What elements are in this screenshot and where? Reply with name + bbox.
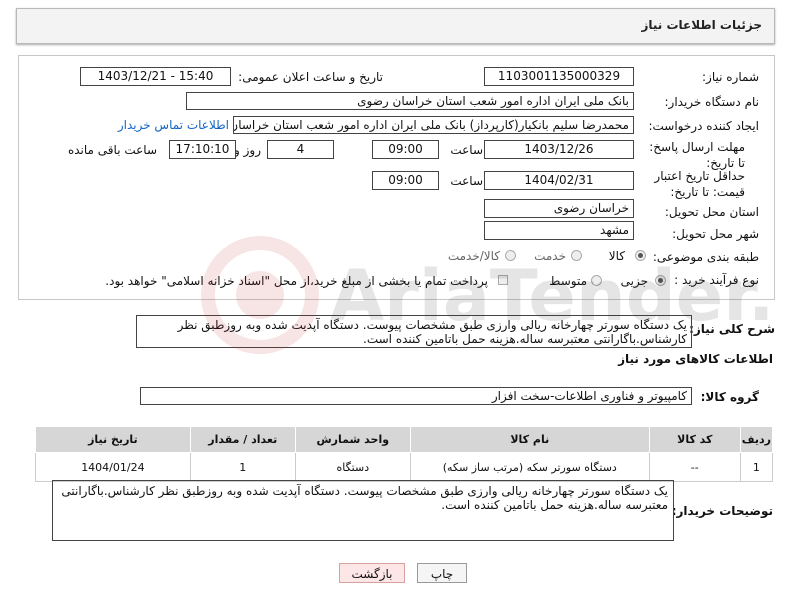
col-quantity: تعداد / مقدار (189, 426, 296, 453)
validity-time-field[interactable]: 09:00 (372, 171, 439, 190)
col-unit: واحد شمارش (294, 426, 411, 453)
days-field[interactable]: 4 (267, 140, 334, 159)
need-number-field[interactable]: 1103001135000329 (484, 67, 634, 86)
category-label: طبقه بندی موضوعی: (652, 250, 759, 264)
table-row[interactable]: 1 -- دستگاه سورتر سکه (مرتب ساز سکه) دست… (35, 452, 774, 482)
category-goods-label: کالا (608, 249, 625, 263)
category-both-label: کالا/خدمت (447, 249, 500, 263)
process-minor-radio[interactable] (655, 275, 666, 286)
announce-label: تاریخ و ساعت اعلان عمومی: (238, 70, 383, 84)
cell-code: -- (648, 452, 741, 482)
buyer-notes-label: توضیحات خریدار: (671, 504, 773, 518)
items-table: ردیف کد کالا نام کالا واحد شمارش تعداد /… (35, 426, 774, 482)
cell-name: دستگاه سورتر سکه (مرتب ساز سکه) (409, 452, 650, 482)
category-goods-radio[interactable] (635, 250, 646, 261)
col-row: ردیف (739, 426, 774, 453)
process-label: نوع فرآیند خرید : (674, 273, 759, 287)
need-number-label: شماره نیاز: (702, 70, 759, 84)
creator-label: ایجاد کننده درخواست: (648, 119, 759, 133)
goods-group-label: گروه کالا: (700, 390, 759, 404)
reply-deadline-label: مهلت ارسال پاسخ: تا تاریخ: (649, 140, 745, 170)
province-field[interactable]: خراسان رضوی (484, 199, 634, 218)
contact-buyer-link[interactable]: اطلاعات تماس خریدار (118, 118, 229, 132)
validity-time-label: ساعت (450, 174, 483, 188)
page-header: جزئیات اطلاعات نیاز (16, 8, 775, 44)
buyer-label: نام دستگاه خریدار: (664, 95, 760, 109)
goods-group-field[interactable]: کامپیوتر و فناوری اطلاعات-سخت افزار (140, 387, 692, 405)
city-label: شهر محل تحویل: (672, 227, 759, 241)
process-medium-radio[interactable] (591, 275, 602, 286)
cell-need-date: 1404/01/24 (35, 452, 191, 482)
buyer-notes-text[interactable]: یک دستگاه سورتر چهارخانه ریالی وارزی طبق… (52, 480, 674, 541)
treasury-payment-checkbox[interactable] (498, 275, 508, 285)
category-service-radio[interactable] (571, 250, 582, 261)
creator-field[interactable]: محمدرضا سلیم بانکیار(کارپرداز) بانک ملی … (233, 116, 634, 134)
items-section-title: اطلاعات کالاهای مورد نیاز (618, 352, 773, 366)
cell-quantity: 1 (189, 452, 296, 482)
category-service-label: خدمت (534, 249, 566, 263)
province-label: استان محل تحویل: (664, 205, 759, 219)
page-title: جزئیات اطلاعات نیاز (641, 18, 762, 32)
reply-time-field[interactable]: 09:00 (372, 140, 439, 159)
process-medium-label: متوسط (549, 274, 587, 288)
print-button[interactable]: چاپ (417, 563, 467, 583)
validity-date-field[interactable]: 1404/02/31 (484, 171, 634, 190)
process-minor-label: جزیی (620, 274, 648, 288)
col-name: نام کالا (409, 426, 650, 453)
items-table-header: ردیف کد کالا نام کالا واحد شمارش تعداد /… (35, 426, 774, 453)
buyer-field[interactable]: بانک ملی ایران اداره امور شعب استان خراس… (186, 92, 634, 110)
col-need-date: تاریخ نیاز (35, 426, 191, 453)
description-text[interactable]: یک دستگاه سورتر چهارخانه ریالی وارزی طبق… (136, 315, 692, 348)
description-label: شرح کلی نیاز: (689, 322, 775, 336)
validity-label: حداقل تاریخ اعتبار قیمت: تا تاریخ: (654, 169, 745, 199)
reply-time-label: ساعت (450, 143, 483, 157)
treasury-payment-note: پرداخت تمام یا بخشی از مبلغ خرید،از محل … (105, 274, 488, 288)
city-field[interactable]: مشهد (484, 221, 634, 240)
remaining-time-field[interactable]: 17:10:10 (169, 140, 236, 159)
reply-date-field[interactable]: 1403/12/26 (484, 140, 634, 159)
cell-unit: دستگاه (294, 452, 411, 482)
category-both-radio[interactable] (505, 250, 516, 261)
days-label: روز و (234, 143, 261, 157)
col-code: کد کالا (648, 426, 741, 453)
cell-row: 1 (739, 452, 774, 482)
announce-field[interactable]: 1403/12/21 - 15:40 (80, 67, 231, 86)
remaining-label: ساعت باقی مانده (67, 143, 157, 157)
back-button[interactable]: بازگشت (339, 563, 405, 583)
